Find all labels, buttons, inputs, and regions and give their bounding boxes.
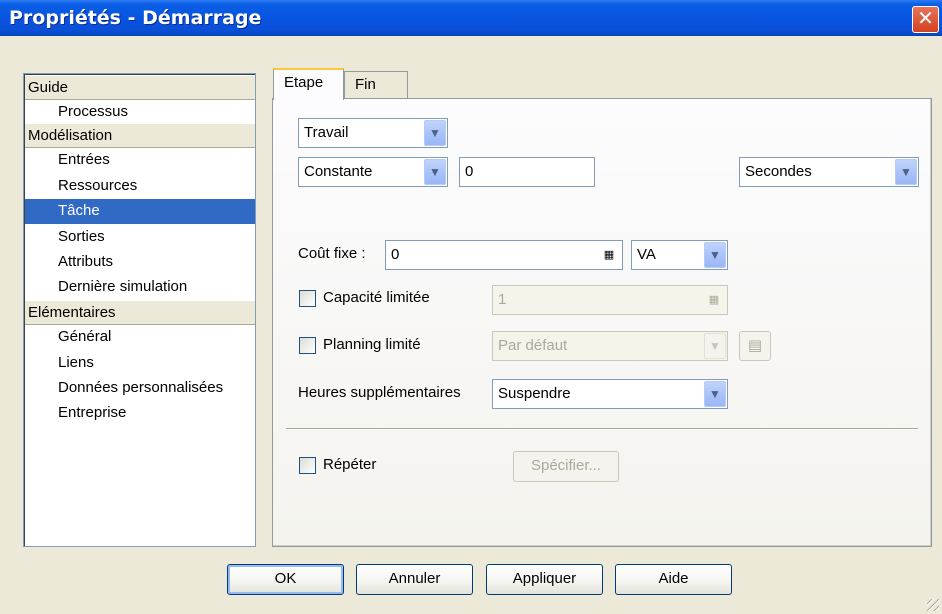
tree-category-modelisation[interactable]: Modélisation (25, 123, 255, 148)
chevron-down-icon: ▼ (704, 381, 726, 407)
repeat-label: Répéter (323, 456, 377, 473)
limited-capacity-checkbox[interactable] (299, 290, 316, 307)
fixed-cost-value: 0 (391, 246, 400, 263)
limited-capacity-input: 1 ▦ (492, 285, 728, 315)
overtime-select[interactable]: Suspendre ▼ (492, 379, 728, 409)
chevron-down-icon: ▼ (704, 333, 726, 359)
limited-capacity-value: 1 (498, 291, 507, 308)
fixed-cost-type-select[interactable]: VA ▼ (631, 240, 728, 270)
tab-etape[interactable]: Etape (273, 68, 344, 100)
limited-capacity-label: Capacité limitée (323, 289, 430, 306)
limited-planning-value: Par défaut (498, 337, 568, 354)
duration-unit-value: Secondes (745, 163, 812, 180)
ok-button[interactable]: OK (227, 564, 344, 595)
tree-item-tache[interactable]: Tâche (25, 199, 255, 224)
tree-category-elementaires[interactable]: Elémentaires (25, 300, 255, 325)
overtime-label: Heures supplémentaires (298, 384, 461, 401)
limited-planning-select: Par défaut ▼ (492, 331, 728, 361)
limited-planning-label: Planning limité (323, 336, 421, 353)
help-button[interactable]: Aide (615, 564, 732, 595)
resize-grip[interactable] (927, 599, 939, 611)
tree-item-sorties[interactable]: Sorties (25, 225, 255, 250)
calculator-icon: ▦ (708, 294, 720, 306)
type-select-value: Travail (304, 124, 349, 141)
chevron-down-icon: ▼ (895, 159, 917, 185)
close-button[interactable]: ✕ (912, 6, 939, 33)
category-tree: Guide Processus Modélisation Entrées Res… (23, 73, 256, 547)
tree-item-derniere-simulation[interactable]: Dernière simulation (25, 275, 255, 300)
planning-calendar-button: ▤ (739, 331, 771, 361)
calculator-icon[interactable]: ▦ (602, 248, 616, 262)
duration-unit-select[interactable]: Secondes ▼ (739, 157, 919, 187)
chevron-down-icon: ▼ (424, 159, 446, 185)
duration-value-input[interactable]: 0 (459, 157, 595, 187)
tree-item-entreprise[interactable]: Entreprise (25, 401, 255, 426)
fixed-cost-type-value: VA (637, 246, 656, 263)
window-title: Propriétés - Démarrage (9, 7, 262, 29)
close-icon: ✕ (917, 8, 934, 30)
apply-button[interactable]: Appliquer (486, 564, 603, 595)
tree-item-general[interactable]: Général (25, 325, 255, 350)
tree-category-guide[interactable]: Guide (25, 75, 255, 100)
overtime-value: Suspendre (498, 385, 571, 402)
calendar-grid-icon: ▤ (747, 337, 763, 354)
chevron-down-icon: ▼ (424, 120, 446, 146)
separator (286, 428, 918, 430)
tree-item-liens[interactable]: Liens (25, 351, 255, 376)
tree-item-entrees[interactable]: Entrées (25, 148, 255, 173)
properties-dialog: Propriétés - Démarrage ✕ Guide Processus… (0, 0, 942, 614)
fixed-cost-input[interactable]: 0 ▦ (385, 240, 623, 270)
type-select[interactable]: Travail ▼ (298, 118, 448, 148)
title-bar[interactable]: Propriétés - Démarrage ✕ (0, 0, 942, 36)
tab-fin[interactable]: Fin (344, 71, 408, 101)
specify-button: Spécifier... (513, 451, 619, 482)
tree-item-ressources[interactable]: Ressources (25, 174, 255, 199)
tree-item-attributs[interactable]: Attributs (25, 250, 255, 275)
limited-planning-checkbox[interactable] (299, 337, 316, 354)
tree-item-processus[interactable]: Processus (25, 100, 255, 125)
repeat-checkbox[interactable] (299, 457, 316, 474)
duration-mode-value: Constante (304, 163, 373, 180)
chevron-down-icon: ▼ (704, 242, 726, 268)
fixed-cost-label: Coût fixe : (298, 245, 366, 262)
duration-mode-select[interactable]: Constante ▼ (298, 157, 448, 187)
cancel-button[interactable]: Annuler (356, 564, 473, 595)
tree-item-donnees-personnalisees[interactable]: Données personnalisées (25, 376, 255, 401)
